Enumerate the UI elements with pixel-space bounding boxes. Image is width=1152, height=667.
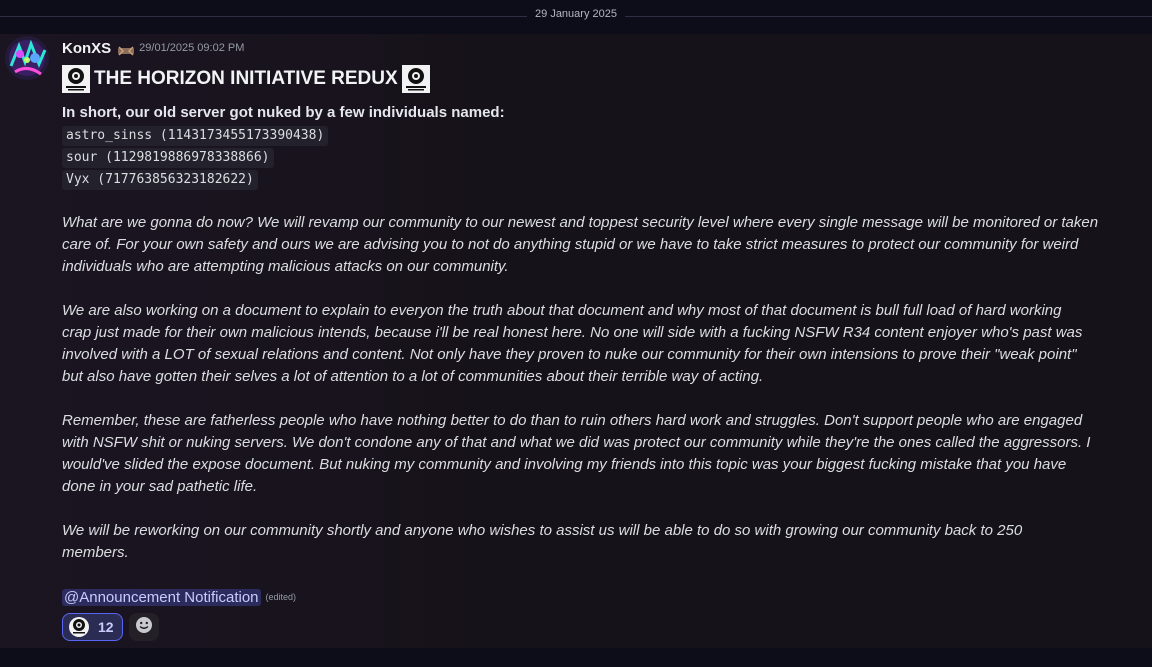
paragraph: We will be reworking on our community sh… bbox=[62, 520, 1122, 564]
horizon-initiative-logo-icon bbox=[401, 65, 430, 93]
paragraph-line: care of. For your own safety and ours we… bbox=[62, 236, 1079, 253]
horizon-logo-emoji-icon bbox=[68, 616, 90, 638]
horizon-initiative-logo-icon bbox=[62, 65, 90, 93]
avatar[interactable] bbox=[5, 36, 49, 80]
reaction-button[interactable]: 12 bbox=[62, 613, 123, 641]
server-tag-icon[interactable] bbox=[117, 42, 135, 56]
inline-code-user: sour (1129819886978338866) bbox=[62, 148, 274, 168]
paragraph: What are we gonna do now? We will revamp… bbox=[62, 212, 1122, 278]
paragraph-line: members. bbox=[62, 544, 129, 561]
role-mention[interactable]: @Announcement Notification bbox=[62, 588, 261, 606]
paragraph-line: Remember, these are fatherless people wh… bbox=[62, 412, 1083, 429]
divider-date: 29 January 2025 bbox=[527, 8, 625, 20]
date-divider: 29 January 2025 bbox=[0, 0, 1152, 34]
paragraph-line: We are also working on a document to exp… bbox=[62, 302, 1062, 319]
title-text: THE HORIZON INITIATIVE REDUX bbox=[94, 68, 398, 89]
paragraph-line: would've slided the expose document. But… bbox=[62, 456, 1067, 473]
intro-text: In short, our old server got nuked by a … bbox=[62, 104, 505, 121]
paragraph-line: done in your sad pathetic life. bbox=[62, 478, 258, 495]
paragraph: Remember, these are fatherless people wh… bbox=[62, 410, 1122, 498]
smiley-add-reaction-icon bbox=[135, 616, 153, 638]
username[interactable]: KonXS bbox=[62, 40, 111, 57]
paragraph-line: involved with a LOT of sexual relations … bbox=[62, 346, 1077, 363]
reactions: 12 bbox=[62, 612, 159, 642]
mention-row: @Announcement Notification (edited) bbox=[62, 586, 296, 608]
reaction-count: 12 bbox=[98, 619, 114, 635]
paragraph-line: What are we gonna do now? We will revamp… bbox=[62, 214, 1099, 231]
add-reaction-button[interactable] bbox=[128, 613, 159, 641]
inline-code-user: Vyx (717763856323182622) bbox=[62, 170, 258, 190]
paragraph: We are also working on a document to exp… bbox=[62, 300, 1122, 388]
announcement-title: THE HORIZON INITIATIVE REDUX bbox=[62, 65, 430, 93]
paragraph-line: We will be reworking on our community sh… bbox=[62, 522, 1023, 539]
paragraph-line: individuals who are attempting malicious… bbox=[62, 258, 509, 275]
message-bottom-border bbox=[0, 648, 1152, 667]
inline-code-user: astro_sinss (1143173455173390438) bbox=[62, 126, 329, 146]
edited-label: (edited) bbox=[265, 592, 297, 602]
timestamp: 29/01/2025 09:02 PM bbox=[139, 42, 245, 54]
paragraph-line: crap just made for their own malicious i… bbox=[62, 324, 1083, 341]
paragraph-line: with NSFW shit or nuking servers. We don… bbox=[62, 434, 1091, 451]
message-body: In short, our old server got nuked by a … bbox=[62, 102, 1122, 564]
message-header: KonXS 29/01/2025 09:02 PM bbox=[62, 38, 244, 58]
paragraph-line: but also have gotten their selves a lot … bbox=[62, 368, 764, 385]
